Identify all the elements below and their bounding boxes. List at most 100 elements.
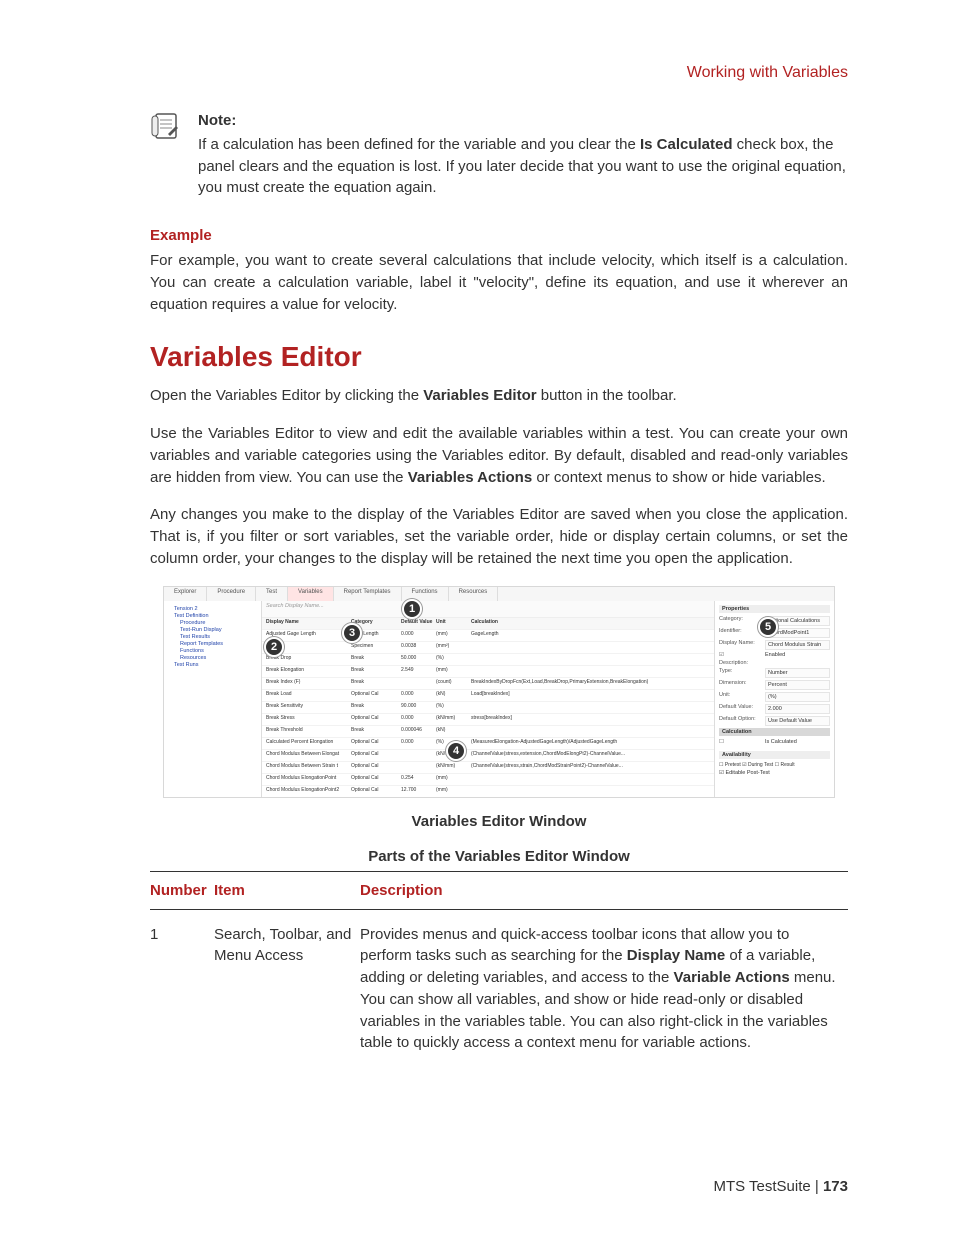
is-calculated-bold: Is Calculated xyxy=(640,136,733,153)
tree-item[interactable]: Functions xyxy=(180,648,257,654)
prop-default-label: Default Value: xyxy=(719,704,765,714)
variables-editor-screenshot: Explorer Procedure Test Variables Report… xyxy=(163,586,835,798)
col-default[interactable]: Default Value xyxy=(401,619,436,628)
p2-bold: Variables Actions xyxy=(408,469,533,486)
table-header-row: Display Name Category Default Value Unit… xyxy=(262,618,714,630)
note-block: Note: If a calculation has been defined … xyxy=(150,110,848,199)
note-text: If a calculation has been defined for th… xyxy=(198,134,848,199)
note-title: Note: xyxy=(198,110,848,132)
p1-post: button in the toolbar. xyxy=(537,387,677,404)
variables-table[interactable]: Search Display Name... Display Name Cate… xyxy=(262,601,714,797)
tree-item[interactable]: Test Results xyxy=(180,634,257,640)
row1-number: 1 xyxy=(150,909,214,1064)
row1-item: Search, Toolbar, and Menu Access xyxy=(214,909,360,1064)
table-row[interactable]: Calculated Percent ElongationOptional Ca… xyxy=(262,738,714,750)
col-number: Number xyxy=(150,871,214,909)
p1-pre: Open the Variables Editor by clicking th… xyxy=(150,387,423,404)
desc-bold-1: Display Name xyxy=(627,947,725,964)
col-display-name[interactable]: Display Name xyxy=(266,619,351,628)
example-body: For example, you want to create several … xyxy=(150,250,848,315)
tree-item[interactable]: Test-Run Display xyxy=(180,627,257,633)
desc-bold-2: Variable Actions xyxy=(674,969,790,986)
table-row[interactable]: AreaSpecimen0.0038(mm²) xyxy=(262,642,714,654)
availability-section: Availability xyxy=(719,751,830,759)
tree-item[interactable]: Report Templates xyxy=(180,641,257,647)
tab-report-templates[interactable]: Report Templates xyxy=(334,587,402,601)
tree-item[interactable]: Procedure xyxy=(180,620,257,626)
explorer-tree[interactable]: Tension 2 Test Definition Procedure Test… xyxy=(164,601,262,797)
page-header-section: Working with Variables xyxy=(150,64,848,82)
ve-paragraph-1: Open the Variables Editor by clicking th… xyxy=(150,385,848,407)
callout-badge-2: 2 xyxy=(264,637,284,657)
editable-posttest-checkbox[interactable]: ☑ Editable Post-Test xyxy=(719,770,770,776)
result-checkbox[interactable]: ☐ Result xyxy=(775,762,795,768)
col-unit[interactable]: Unit xyxy=(436,619,471,628)
table-row[interactable]: Break ThresholdBreak0.000046(kN) xyxy=(262,726,714,738)
footer-product: MTS TestSuite xyxy=(713,1178,810,1195)
prop-default-value[interactable]: 2.000 xyxy=(765,704,830,714)
table-row: 1 Search, Toolbar, and Menu Access Provi… xyxy=(150,909,848,1064)
prop-unit-label: Unit: xyxy=(719,692,765,702)
prop-defaultopt-label: Default Option: xyxy=(719,716,765,726)
figure-caption: Variables Editor Window xyxy=(150,813,848,830)
tree-item[interactable]: Tension 2 xyxy=(174,606,257,612)
properties-title: Properties xyxy=(719,605,830,613)
table-row[interactable]: Break DropBreak50.000(%) xyxy=(262,654,714,666)
prop-dimension-value[interactable]: Percent xyxy=(765,680,830,690)
prop-unit-value[interactable]: (%) xyxy=(765,692,830,702)
parts-table: Number Item Description 1 Search, Toolba… xyxy=(150,871,848,1065)
prop-displayname-label: Display Name: xyxy=(719,640,765,650)
table-row[interactable]: Break StressOptional Cal0.000(kN/mm)stre… xyxy=(262,714,714,726)
col-item: Item xyxy=(214,871,360,909)
prop-type-label: Type: xyxy=(719,668,765,678)
tree-item[interactable]: Resources xyxy=(180,655,257,661)
table-row[interactable]: Chord Modulus ElongationPoint2Optional C… xyxy=(262,786,714,797)
ve-paragraph-2: Use the Variables Editor to view and edi… xyxy=(150,423,848,488)
tree-item[interactable]: Test Runs xyxy=(174,662,257,668)
callout-badge-1: 1 xyxy=(402,599,422,619)
note-text-pre: If a calculation has been defined for th… xyxy=(198,136,640,153)
footer-page: 173 xyxy=(823,1178,848,1195)
table-row[interactable]: Break Index (F)Break(count)BreakIndexByD… xyxy=(262,678,714,690)
tab-resources[interactable]: Resources xyxy=(449,587,499,601)
callout-badge-4: 4 xyxy=(446,741,466,761)
during-test-checkbox[interactable]: ☑ During Test xyxy=(742,762,773,768)
prop-type-value[interactable]: Number xyxy=(765,668,830,678)
table-row[interactable]: Break ElongationBreak2.549(mm) xyxy=(262,666,714,678)
prop-dimension-label: Dimension: xyxy=(719,680,765,690)
prop-enabled-checkbox[interactable]: Enabled xyxy=(765,652,785,658)
tab-variables[interactable]: Variables xyxy=(288,587,334,601)
table-row[interactable]: Adjusted Gage LengthGageLength0.000(mm)G… xyxy=(262,630,714,642)
tab-explorer[interactable]: Explorer xyxy=(164,587,207,601)
tab-test[interactable]: Test xyxy=(256,587,288,601)
is-calculated-checkbox[interactable]: Is Calculated xyxy=(765,739,797,745)
table-row[interactable]: Chord Modulus ElongationPointOptional Ca… xyxy=(262,774,714,786)
p2-post: or context menus to show or hide variabl… xyxy=(532,469,825,486)
col-description: Description xyxy=(360,871,848,909)
fig-toolbar: Explorer Procedure Test Variables Report… xyxy=(164,587,834,602)
page-footer: MTS TestSuite | 173 xyxy=(713,1178,848,1195)
prop-defaultopt-value[interactable]: Use Default Value xyxy=(765,716,830,726)
pretest-checkbox[interactable]: ☐ Pretest xyxy=(719,762,741,768)
p1-bold: Variables Editor xyxy=(423,387,536,404)
prop-description-label: Description: xyxy=(719,660,765,666)
row1-description: Provides menus and quick-access toolbar … xyxy=(360,909,848,1064)
prop-displayname-value[interactable]: Chord Modulus Strain Point 1 xyxy=(765,640,830,650)
calculation-section: Calculation xyxy=(719,728,830,736)
footer-sep: | xyxy=(811,1178,823,1195)
example-heading: Example xyxy=(150,227,848,244)
table-row[interactable]: Chord Modulus Between ElongatOptional Ca… xyxy=(262,750,714,762)
tree-item[interactable]: Test Definition xyxy=(174,613,257,619)
table-row[interactable]: Chord Modulus Between Strain tOptional C… xyxy=(262,762,714,774)
callout-badge-5: 5 xyxy=(758,617,778,637)
callout-badge-3: 3 xyxy=(342,623,362,643)
note-icon xyxy=(150,110,186,147)
variables-editor-title: Variables Editor xyxy=(150,341,848,373)
table-row[interactable]: Break LoadOptional Cal0.000(kN)Load[brea… xyxy=(262,690,714,702)
table-caption: Parts of the Variables Editor Window xyxy=(150,848,848,865)
search-input[interactable]: Search Display Name... xyxy=(262,601,714,618)
ve-paragraph-3: Any changes you make to the display of t… xyxy=(150,504,848,569)
table-row[interactable]: Break SensitivityBreak90.000(%) xyxy=(262,702,714,714)
col-calculation[interactable]: Calculation xyxy=(471,619,710,628)
tab-procedure[interactable]: Procedure xyxy=(207,587,256,601)
